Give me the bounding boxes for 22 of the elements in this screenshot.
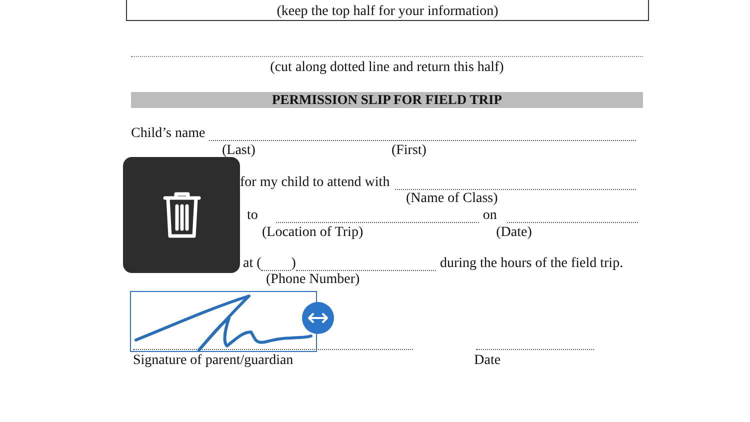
field-caption: (Location of Trip) xyxy=(262,225,364,240)
double-arrow-icon xyxy=(307,312,329,324)
field-caption: (Phone Number) xyxy=(266,272,360,287)
field-caption: (First) xyxy=(391,143,426,158)
form-title: PERMISSION SLIP FOR FIELD TRIP xyxy=(272,92,502,108)
trash-icon xyxy=(162,191,202,239)
form-text: ) xyxy=(291,256,296,271)
cut-instruction: (cut along dotted line and return this half) xyxy=(269,60,505,76)
field-caption: (Date) xyxy=(496,225,532,240)
form-text: at ( xyxy=(243,256,262,271)
form-text: on xyxy=(482,208,497,223)
note-text: (keep the top half for your information) xyxy=(276,4,498,20)
form-text: to xyxy=(247,208,258,223)
delete-button[interactable] xyxy=(123,157,240,273)
field-caption: (Name of Class) xyxy=(406,191,498,206)
form-text: during the hours of the field trip. xyxy=(440,256,624,271)
field-caption: Signature of parent/guardian xyxy=(133,353,294,368)
field-caption: (Last) xyxy=(222,143,256,158)
resize-handle[interactable] xyxy=(302,302,334,334)
field-label: Child’s name xyxy=(131,126,206,141)
field-caption: Date xyxy=(474,353,501,368)
form-text: for my child to attend with xyxy=(240,175,390,190)
